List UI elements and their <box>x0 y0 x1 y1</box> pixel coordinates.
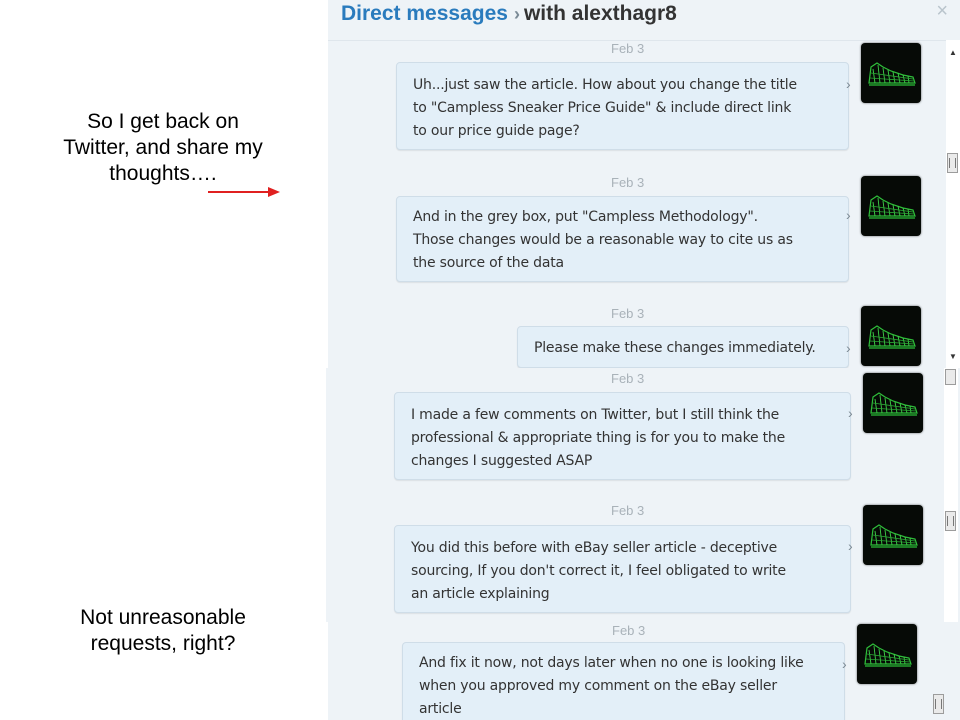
message-bubble: Uh...just saw the article. How about you… <box>396 62 849 150</box>
sender-avatar[interactable] <box>861 306 921 366</box>
chevron-right-icon[interactable]: › <box>846 340 851 356</box>
annotation-top: So I get back on Twitter, and share my t… <box>40 109 286 187</box>
breadcrumb-separator: › <box>513 4 520 24</box>
message-line: I made a few comments on Twitter, but I … <box>411 407 780 423</box>
annotation-line: thoughts…. <box>109 162 217 185</box>
message-line: changes I suggested ASAP <box>411 453 593 469</box>
chevron-right-icon[interactable]: › <box>846 76 851 92</box>
scrollbar[interactable]: ▲ ▼ <box>946 40 960 368</box>
message-line: when you approved my comment on the eBay… <box>419 678 777 694</box>
annotation-line: Not unreasonable <box>80 606 246 629</box>
message-line: Uh...just saw the article. How about you… <box>413 77 797 93</box>
message-line: article <box>419 701 462 717</box>
red-arrow-icon <box>208 187 280 197</box>
close-icon[interactable]: × <box>936 0 948 23</box>
message-date: Feb 3 <box>611 41 645 56</box>
message-line: professional & appropriate thing is for … <box>411 430 786 446</box>
message-line: sourcing, If you don't correct it, I fee… <box>411 563 786 579</box>
chevron-right-icon[interactable]: › <box>842 656 847 672</box>
message-line: the source of the data <box>413 255 564 271</box>
message-bubble: And fix it now, not days later when no o… <box>402 642 845 720</box>
green-sneaker-icon <box>868 62 916 86</box>
dm-panel-1: Direct messages › with alexthagr8 × Feb 3 … <box>328 0 960 368</box>
message-date: Feb 3 <box>611 371 645 386</box>
chevron-right-icon[interactable]: › <box>848 538 853 554</box>
scroll-down-icon[interactable]: ▼ <box>949 352 957 361</box>
scrollbar[interactable] <box>944 368 958 622</box>
green-sneaker-icon <box>868 325 916 349</box>
message-bubble: Please make these changes immediately. <box>517 326 849 368</box>
scrollbar[interactable] <box>932 622 946 720</box>
dm-panel-2: Feb 3 I made a few comments on Twitter, … <box>326 368 960 622</box>
message-line: to our price guide page? <box>413 123 580 139</box>
sender-avatar[interactable] <box>857 624 917 684</box>
dm-header: Direct messages › with alexthagr8 × <box>328 0 960 41</box>
sender-avatar[interactable] <box>863 505 923 565</box>
scrollbar-thumb[interactable] <box>933 694 944 714</box>
sender-avatar[interactable] <box>861 176 921 236</box>
message-line: And in the grey box, put "Campless Metho… <box>413 209 758 225</box>
dm-panel-3: Feb 3 And fix it now, not days later whe… <box>328 622 960 720</box>
message-date: Feb 3 <box>611 175 645 190</box>
green-sneaker-icon <box>870 524 918 548</box>
annotation-line: Twitter, and share my <box>63 136 263 159</box>
message-date: Feb 3 <box>612 623 646 638</box>
message-bubble: You did this before with eBay seller art… <box>394 525 851 613</box>
chevron-right-icon[interactable]: › <box>846 207 851 223</box>
scrollbar-thumb[interactable] <box>947 153 958 173</box>
sender-avatar[interactable] <box>863 373 923 433</box>
scroll-up-button[interactable] <box>945 369 956 385</box>
message-line: Those changes would be a reasonable way … <box>413 232 793 248</box>
conversation-partner: with alexthagr8 <box>523 2 677 25</box>
scroll-up-icon[interactable]: ▲ <box>949 48 957 57</box>
sender-avatar[interactable] <box>861 43 921 103</box>
annotation-line: So I get back on <box>87 110 239 133</box>
message-line: Please make these changes immediately. <box>534 340 816 356</box>
message-line: to "Campless Sneaker Price Guide" & incl… <box>413 100 792 116</box>
green-sneaker-icon <box>870 392 918 416</box>
message-line: And fix it now, not days later when no o… <box>419 655 804 671</box>
message-bubble: And in the grey box, put "Campless Metho… <box>396 196 849 282</box>
dm-title-link[interactable]: Direct messages <box>341 2 508 25</box>
chevron-right-icon[interactable]: › <box>848 405 853 421</box>
scrollbar-thumb[interactable] <box>945 511 956 531</box>
message-bubble: I made a few comments on Twitter, but I … <box>394 392 851 480</box>
message-line: an article explaining <box>411 586 550 602</box>
message-date: Feb 3 <box>611 306 645 321</box>
annotation-line: requests, right? <box>90 632 236 655</box>
message-date: Feb 3 <box>611 503 645 518</box>
annotation-bottom: Not unreasonable requests, right? <box>40 605 286 657</box>
dm-title: Direct messages › with alexthagr8 <box>341 2 677 26</box>
message-line: You did this before with eBay seller art… <box>411 540 778 556</box>
green-sneaker-icon <box>868 195 916 219</box>
green-sneaker-icon <box>864 643 912 667</box>
